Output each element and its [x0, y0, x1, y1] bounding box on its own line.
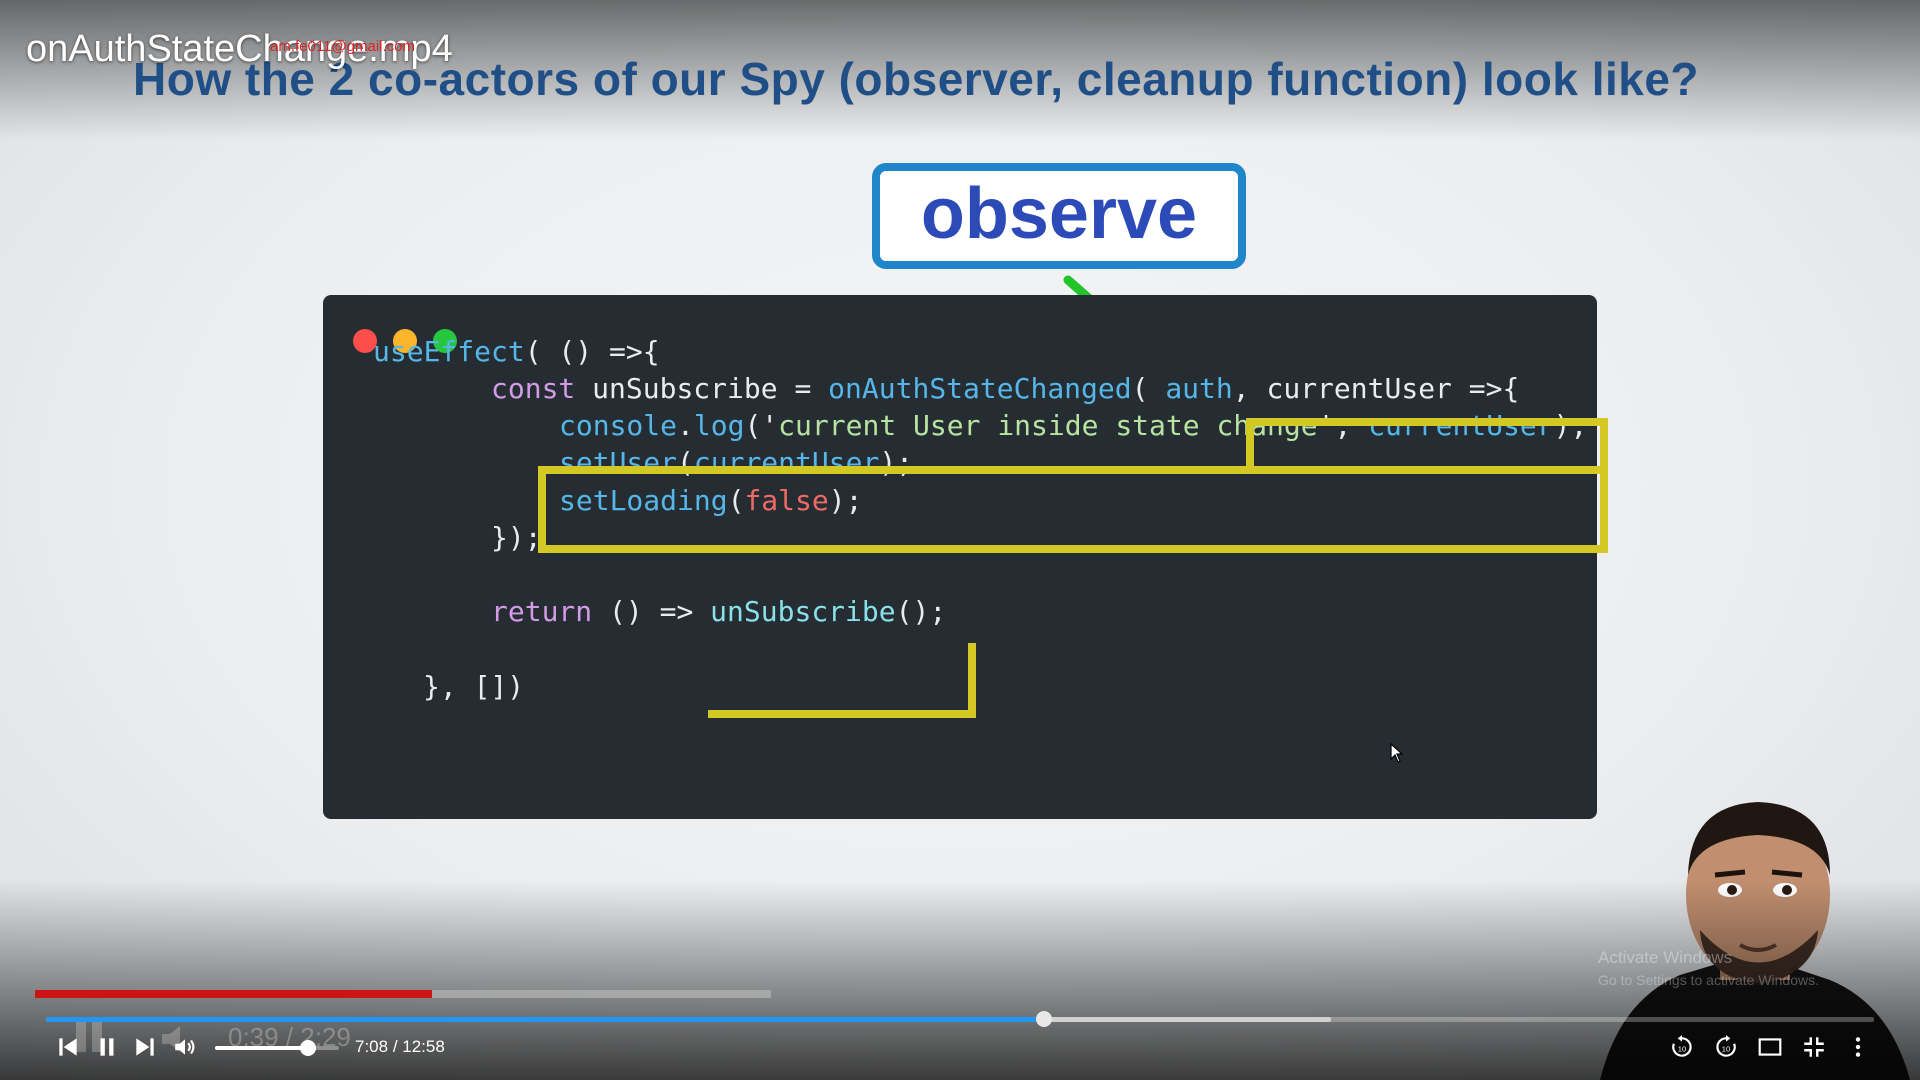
code-token: const [491, 372, 593, 405]
volume-slider-thumb[interactable] [300, 1040, 316, 1056]
code-token: ( [1131, 372, 1166, 405]
code-token: console [559, 409, 678, 442]
code-token: unSubscribe = [592, 372, 829, 405]
inner-video-progress [35, 990, 771, 998]
code-token: unSubscribe [710, 595, 896, 628]
volume-slider-fill [215, 1046, 308, 1050]
code-line: }); [491, 521, 542, 554]
aspect-ratio-button[interactable] [1755, 1032, 1785, 1062]
volume-button[interactable] [170, 1032, 200, 1062]
code-window: useEffect( () =>{ const unSubscribe = onA… [323, 295, 1597, 819]
code-token: (' [744, 409, 779, 442]
code-token: ( () =>{ [524, 335, 660, 368]
code-token: return [491, 595, 610, 628]
more-options-button[interactable] [1843, 1032, 1873, 1062]
forward-10-icon: 10 [1716, 1035, 1736, 1057]
fullscreen-button[interactable] [1799, 1032, 1829, 1062]
activate-windows-title: Activate Windows [1598, 948, 1733, 967]
seek-bar[interactable] [46, 1011, 1874, 1027]
next-button[interactable] [130, 1032, 160, 1062]
previous-button[interactable] [53, 1032, 83, 1062]
time-separator: / [388, 1037, 403, 1056]
highlight-unsubscribe-bracket [708, 643, 976, 718]
code-token: log [693, 409, 745, 442]
code-block: useEffect( () =>{ const unSubscribe = onA… [323, 295, 1597, 819]
code-token: auth [1165, 372, 1233, 405]
more-vert-icon [1855, 1037, 1861, 1057]
code-token: (); [895, 595, 947, 628]
highlight-current-user [1246, 418, 1608, 472]
code-token: }, []) [423, 670, 525, 703]
exit-fullscreen-icon [1804, 1037, 1824, 1057]
highlight-callback-body [538, 466, 1608, 553]
volume-slider[interactable] [215, 1040, 339, 1056]
watermark-email: am.fe011@gmail.com [270, 38, 416, 55]
forward-10-button[interactable]: 10 [1711, 1032, 1741, 1062]
code-token: }); [491, 521, 542, 554]
code-token: . [677, 409, 694, 442]
pause-button[interactable] [92, 1032, 122, 1062]
mouse-cursor-icon [1390, 743, 1404, 763]
aspect-ratio-icon [1758, 1038, 1782, 1056]
seek-bar-played [46, 1017, 1045, 1022]
svg-text:10: 10 [1678, 1044, 1686, 1053]
replay-10-button[interactable]: 10 [1667, 1032, 1697, 1062]
observe-callout-label: observe [920, 174, 1198, 254]
code-token: () => [609, 595, 711, 628]
pause-icon [100, 1038, 114, 1056]
activate-windows-subtitle: Go to Settings to activate Windows. [1598, 972, 1819, 988]
code-token: , currentUser =>{ [1232, 372, 1520, 405]
seek-bar-thumb[interactable] [1036, 1011, 1053, 1027]
duration: 12:58 [402, 1037, 445, 1056]
code-line: return () => unSubscribe(); [491, 595, 946, 628]
inner-video-progress-fill [35, 990, 433, 998]
skip-previous-icon [59, 1038, 77, 1056]
video-frame[interactable]: How the 2 co-actors of our Spy (observer… [0, 0, 1920, 1080]
code-line: useEffect( () =>{ [373, 335, 660, 368]
code-token: onAuthStateChanged [828, 372, 1132, 405]
replay-10-icon: 10 [1672, 1035, 1692, 1057]
code-token: current User inside state change [778, 409, 1318, 442]
skip-next-icon [136, 1038, 154, 1056]
current-time: 7:08 [355, 1037, 389, 1056]
code-line: }, []) [423, 670, 524, 703]
code-token: useEffect [373, 335, 525, 368]
observe-callout: observe [872, 163, 1246, 269]
svg-text:10: 10 [1722, 1044, 1730, 1053]
volume-icon [175, 1039, 195, 1055]
code-line: const unSubscribe = onAuthStateChanged( … [491, 372, 1519, 405]
time-display: 7:08 / 12:58 [355, 1037, 445, 1057]
